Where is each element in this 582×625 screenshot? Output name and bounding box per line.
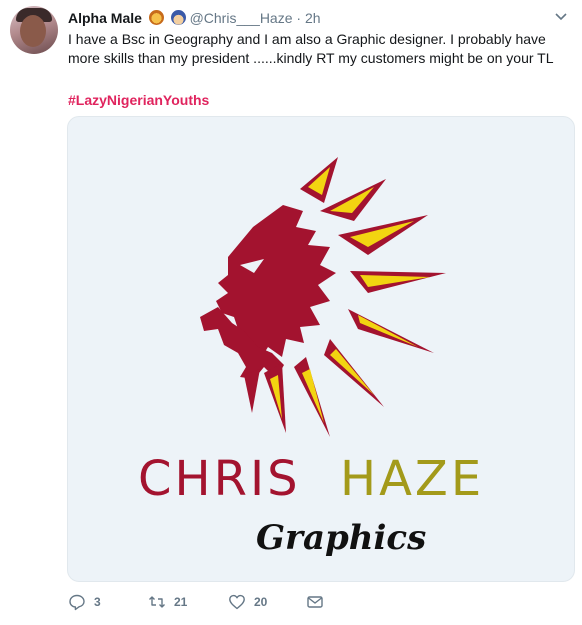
direct-message-button[interactable]: [306, 593, 324, 611]
timestamp[interactable]: 2h: [305, 10, 321, 26]
reply-icon: [69, 594, 85, 611]
retweet-button[interactable]: 21: [148, 593, 187, 611]
brand-tagline: Graphics: [256, 518, 426, 558]
author-name[interactable]: Alpha Male: [68, 10, 142, 26]
lion-logo-icon: [200, 157, 446, 437]
chevron-down-icon[interactable]: [554, 9, 568, 23]
tweet[interactable]: Alpha Male @Chris___Haze · 2h I have a B…: [0, 0, 582, 625]
tweet-text: I have a Bsc in Geography and I am also …: [68, 31, 554, 66]
like-button[interactable]: 20: [228, 593, 267, 611]
avatar-face: [20, 15, 46, 47]
heart-icon: [229, 594, 245, 610]
chris-haze-logo: CHRIS HAZE Graphics: [138, 157, 484, 558]
brand-word-chris: CHRIS: [138, 451, 301, 507]
hashtag-link[interactable]: #LazyNigerianYouths: [68, 92, 209, 108]
retweet-icon: [149, 596, 165, 608]
retweet-count: 21: [174, 595, 188, 609]
police-officer-emoji-icon: [170, 10, 186, 25]
separator-dot: ·: [296, 10, 302, 26]
tweet-header: Alpha Male @Chris___Haze · 2h: [68, 9, 321, 27]
tweet-media-image[interactable]: CHRIS HAZE Graphics: [67, 116, 575, 582]
reply-count: 3: [94, 595, 101, 609]
author-handle[interactable]: @Chris___Haze: [190, 10, 293, 26]
lion-face-emoji-icon: [148, 10, 164, 25]
brand-word-haze: HAZE: [340, 451, 484, 507]
avatar[interactable]: [10, 6, 58, 54]
reply-button[interactable]: 3: [68, 593, 101, 611]
envelope-icon: [307, 596, 323, 608]
like-count: 20: [254, 595, 268, 609]
